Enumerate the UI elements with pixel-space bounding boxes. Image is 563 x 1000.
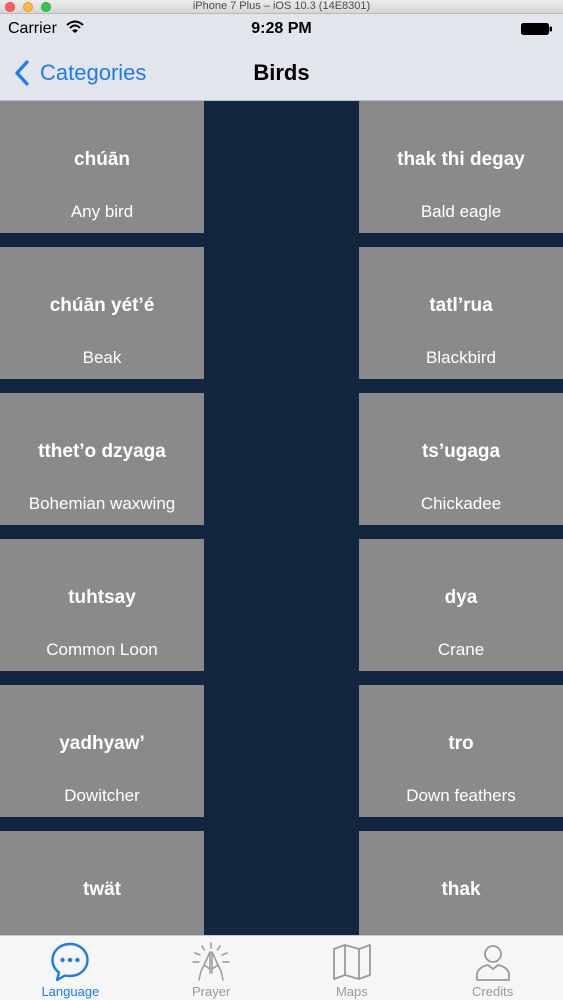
word-tile[interactable]: dya Crane	[359, 539, 563, 671]
simulator-title-bar: iPhone 7 Plus – iOS 10.3 (14E8301)	[0, 0, 563, 14]
word-tile[interactable]: tatl’rua Blackbird	[359, 247, 563, 379]
tile-term: tatl’rua	[429, 295, 493, 316]
tile-meaning: Bald eagle	[420, 202, 502, 221]
tile-term: tro	[448, 733, 474, 754]
tile-term: thak	[441, 879, 481, 900]
tile-meaning: Bohemian waxwing	[28, 494, 176, 513]
word-tile[interactable]: ts’ugaga Chickadee	[359, 393, 563, 525]
tab-prayer[interactable]: Prayer	[141, 936, 282, 1000]
tile-meaning: Any bird	[70, 202, 134, 221]
tile-meaning: Beak	[82, 348, 122, 367]
tab-credits[interactable]: Credits	[422, 936, 563, 1000]
tile-meaning: Dowitcher	[64, 786, 140, 805]
tab-label: Credits	[472, 984, 514, 999]
word-tile[interactable]: thak	[359, 831, 563, 935]
tile-term: dya	[444, 587, 478, 608]
praying-hands-icon	[192, 942, 230, 981]
tile-meaning: Crane	[437, 640, 485, 659]
word-tile[interactable]: thak thi degay Bald eagle	[359, 101, 563, 233]
battery-icon	[521, 23, 552, 35]
word-tile[interactable]: tro Down feathers	[359, 685, 563, 817]
tile-term: twät	[83, 879, 121, 900]
tab-maps[interactable]: Maps	[282, 936, 423, 1000]
tile-meaning: Chickadee	[420, 494, 502, 513]
tab-label: Prayer	[191, 984, 231, 999]
word-tile[interactable]: twät	[0, 831, 204, 935]
word-tile[interactable]: chúān Any bird	[0, 101, 204, 233]
map-icon	[332, 944, 371, 980]
tab-label: Language	[41, 984, 100, 999]
simulator-window: iPhone 7 Plus – iOS 10.3 (14E8301) Carri…	[0, 0, 563, 1000]
tile-term: tthet’o dzyaga	[38, 441, 166, 462]
tile-term: chúān yét’é	[49, 295, 155, 316]
tab-language[interactable]: Language	[0, 936, 141, 1000]
word-tile[interactable]: tuhtsay Common Loon	[0, 539, 204, 671]
simulator-title: iPhone 7 Plus – iOS 10.3 (14E8301)	[192, 0, 371, 12]
status-time: 9:28 PM	[251, 20, 312, 37]
tile-meaning: Common Loon	[46, 640, 158, 659]
speech-bubble-icon	[51, 942, 90, 982]
word-tile[interactable]: chúān yét’é Beak	[0, 247, 204, 379]
tab-label: Maps	[335, 984, 368, 999]
navigation-header: Carrier 9:28 PM Categories Birds	[0, 14, 563, 101]
word-tile[interactable]: yadhyaw’ Dowitcher	[0, 685, 204, 817]
tab-bar: Language Prayer Maps Credits	[0, 935, 563, 1000]
word-tile[interactable]: tthet’o dzyaga Bohemian waxwing	[0, 393, 204, 525]
tile-term: tuhtsay	[68, 587, 136, 608]
tile-meaning: Blackbird	[426, 348, 496, 367]
tile-term: yadhyaw’	[59, 733, 145, 754]
page-title: Birds	[253, 60, 310, 85]
tile-term: thak thi degay	[397, 149, 525, 170]
tile-term: ts’ugaga	[421, 441, 501, 462]
person-icon	[475, 945, 510, 981]
tile-term: chúān	[74, 149, 130, 170]
word-grid: chúān Any bird thak thi degay Bald eagle…	[0, 101, 563, 935]
tile-meaning: Down feathers	[406, 786, 516, 805]
